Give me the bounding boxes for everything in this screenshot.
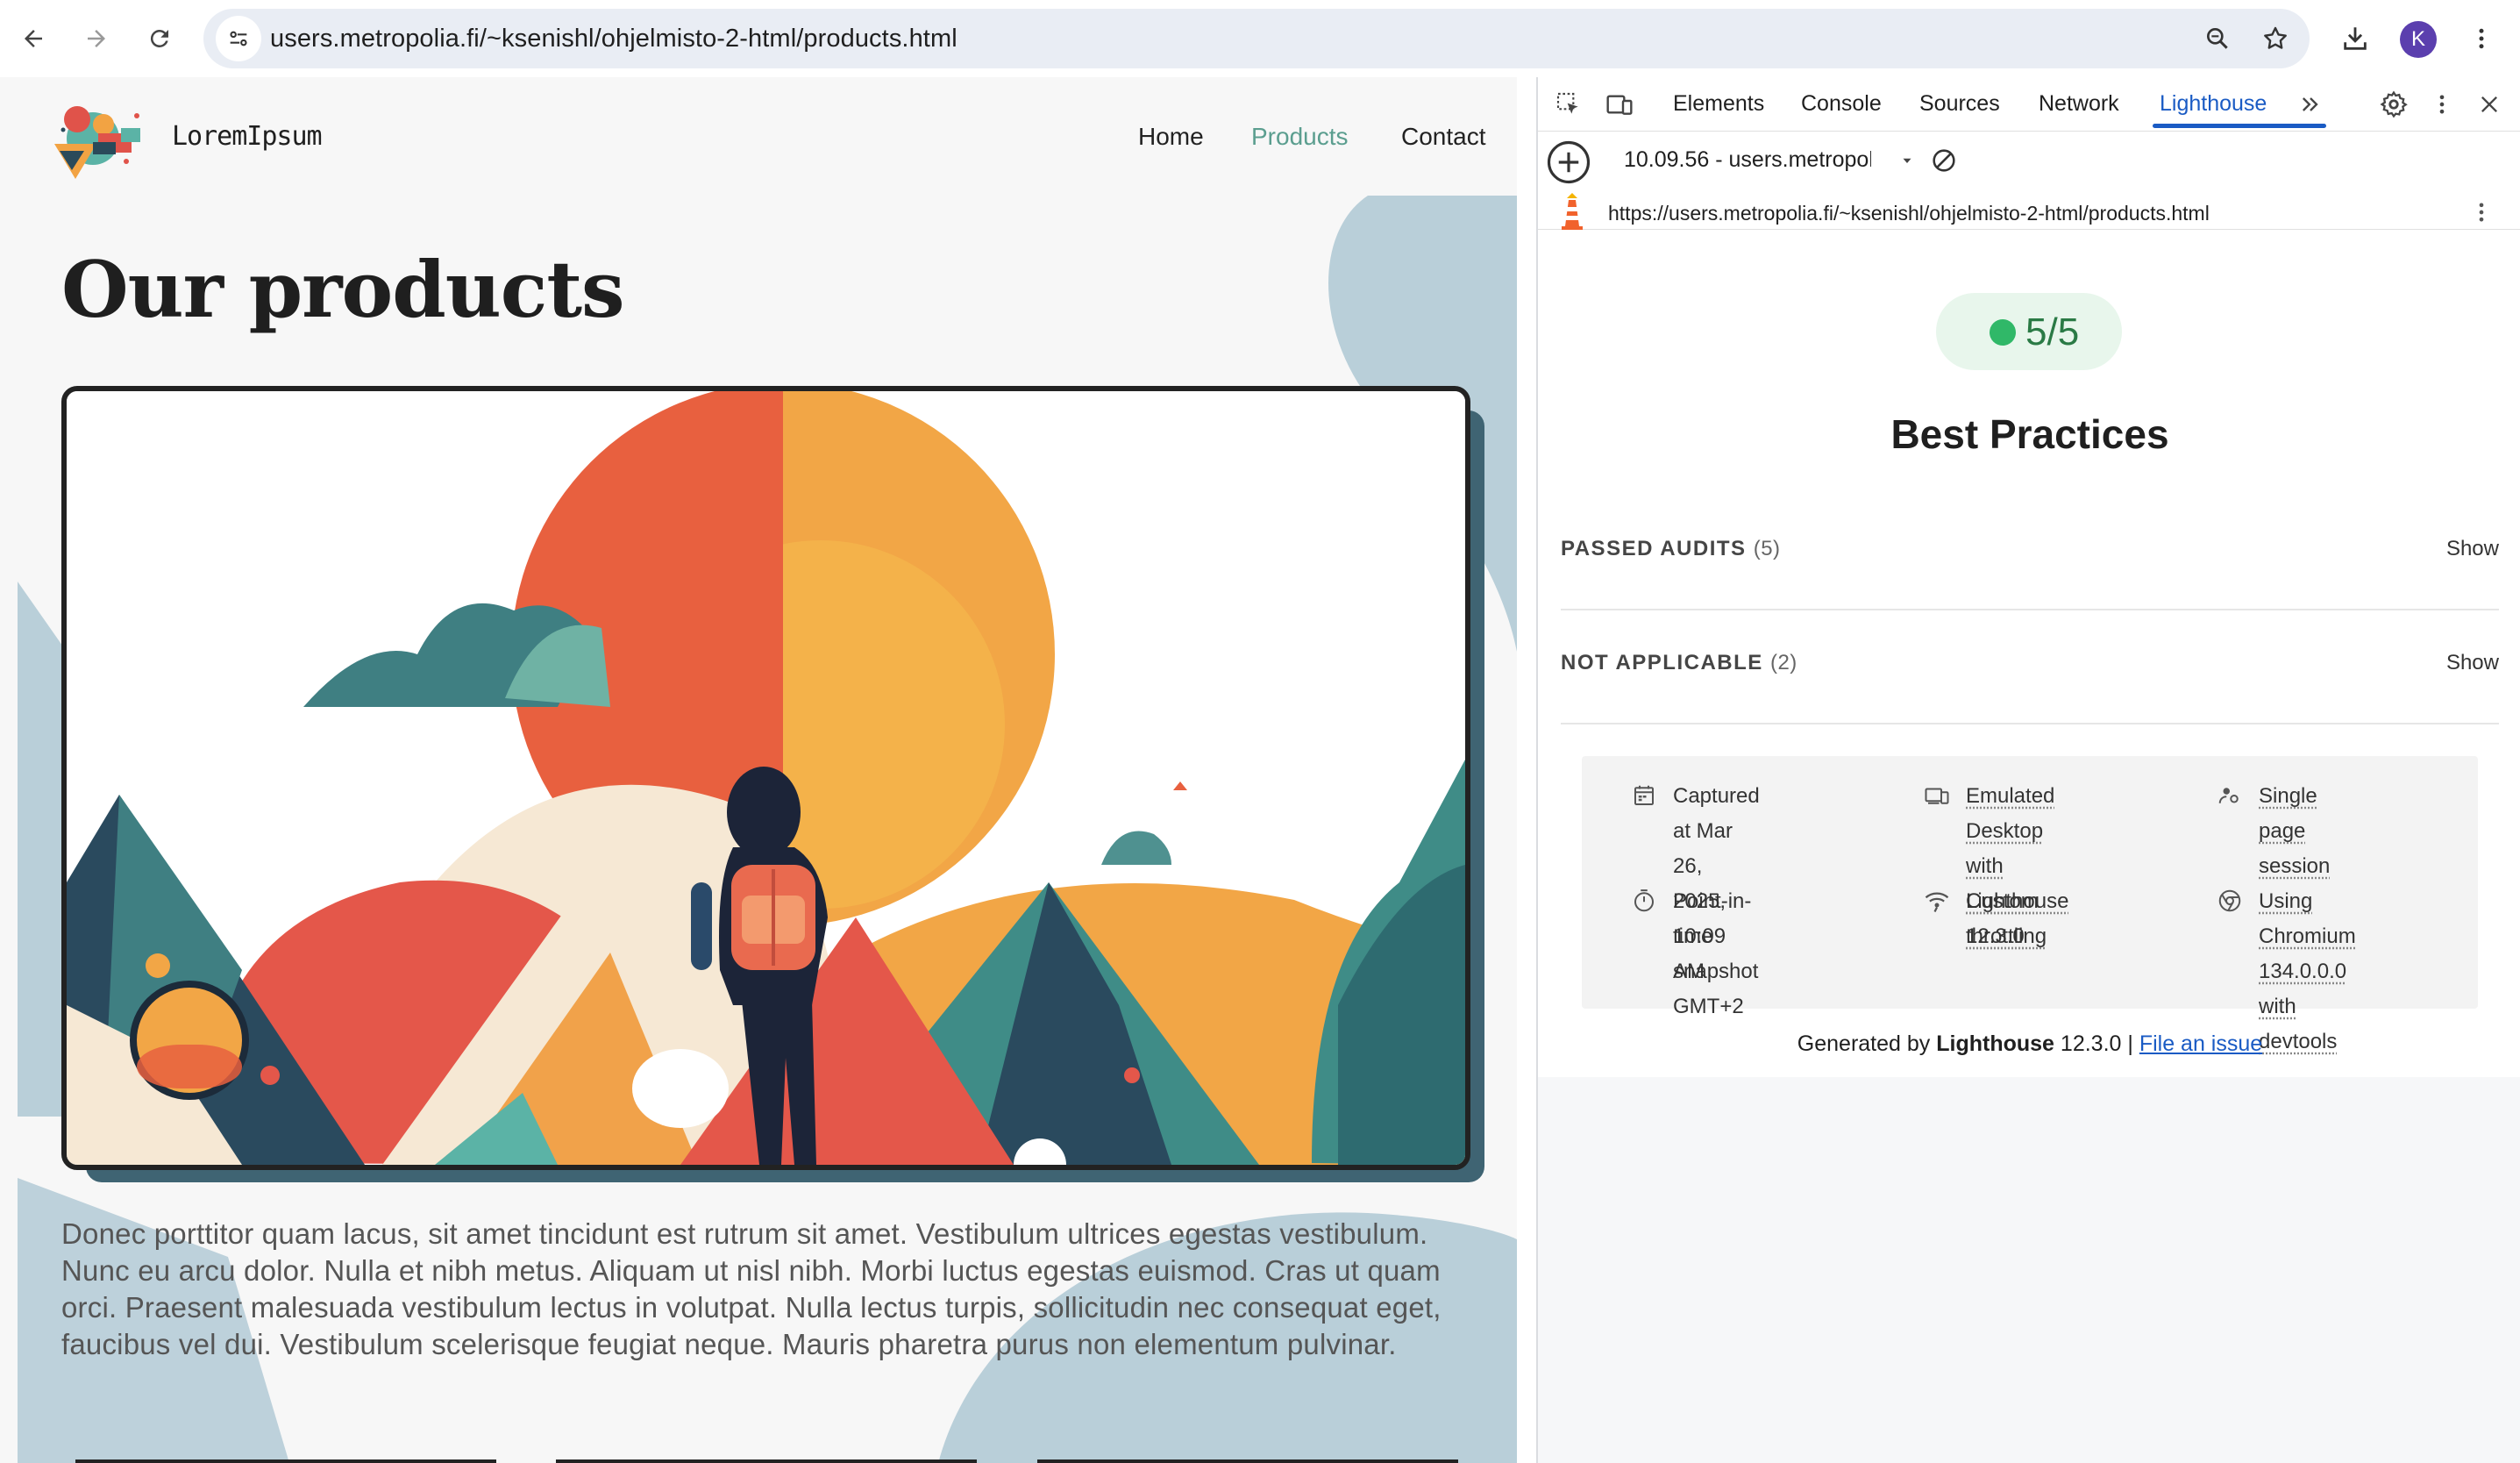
not-applicable-group[interactable]: NOT APPLICABLE (2) Show xyxy=(1561,610,2499,724)
product-card-edge xyxy=(1037,1459,1458,1463)
wifi-throttle-icon xyxy=(1925,892,1949,913)
new-report-icon[interactable] xyxy=(1545,139,1592,186)
category-title: Best Practices xyxy=(1890,411,2169,457)
devices-icon xyxy=(1925,788,1949,804)
web-page-viewport: LoremIpsum Home Products Contact Our pro… xyxy=(0,77,1517,1463)
report-footer: Generated by Lighthouse 12.3.0 | File an… xyxy=(1538,1031,2520,1057)
browser-line: Using Chromium xyxy=(2259,889,2356,948)
profile-avatar[interactable]: K xyxy=(2400,21,2437,58)
product-card-edge xyxy=(556,1459,977,1463)
more-tabs-icon[interactable] xyxy=(2292,86,2329,123)
score-badge: 5/5 xyxy=(1936,293,2122,370)
tab-network[interactable]: Network xyxy=(2039,91,2119,117)
page-title: Our products xyxy=(61,244,625,335)
products-description: Donec porttitor quam lacus, sit amet tin… xyxy=(61,1217,1442,1360)
tab-elements[interactable]: Elements xyxy=(1673,91,1764,117)
show-passed-audits-button[interactable]: Show xyxy=(2446,537,2499,561)
tab-lighthouse[interactable]: Lighthouse xyxy=(2160,91,2267,117)
browser-line: 134.0.0.0 with xyxy=(2259,960,2347,1018)
clear-reports-icon[interactable] xyxy=(1929,146,1959,175)
inspect-element-icon[interactable] xyxy=(1550,86,1587,123)
runtime-settings: Captured at Mar 26, 2025, 10:09 AM GMT+2… xyxy=(1582,756,2478,1053)
audit-group-count: (5) xyxy=(1753,537,1781,560)
snapshot-line: Point-in-time xyxy=(1673,889,1752,948)
captured-line: Captured at Mar 26, xyxy=(1673,784,1760,878)
lighthouse-toolbar: 10.09.56 - users.metropolia.fi https://u… xyxy=(1538,132,2520,230)
chromium-icon xyxy=(2218,889,2241,912)
devtools-empty-area xyxy=(1538,1077,2520,1463)
settings-gear-icon[interactable] xyxy=(2375,86,2412,123)
logo-image[interactable] xyxy=(46,93,160,189)
audit-group-label: NOT APPLICABLE xyxy=(1561,651,1763,674)
footer-prefix: Generated by xyxy=(1797,1031,1931,1056)
site-info-icon[interactable] xyxy=(216,16,261,61)
close-devtools-icon[interactable] xyxy=(2471,86,2508,123)
active-tab-indicator xyxy=(2153,124,2326,128)
devtools-panel: Elements Console Sources Network Lightho… xyxy=(1536,77,2520,1463)
logo-text[interactable]: LoremIpsum xyxy=(172,121,323,152)
footer-brand: Lighthouse xyxy=(1936,1031,2054,1056)
menu-icon[interactable] xyxy=(2455,12,2508,65)
timer-icon xyxy=(1634,889,1654,912)
reload-icon[interactable] xyxy=(133,12,186,65)
site-header: LoremIpsum Home Products Contact xyxy=(0,77,1517,196)
hero-image xyxy=(61,386,1470,1170)
device-line: Emulated Desktop xyxy=(1966,784,2055,843)
passed-audits-group[interactable]: PASSED AUDITS (5) Show xyxy=(1561,496,2499,610)
back-icon[interactable] xyxy=(7,12,60,65)
show-not-applicable-button[interactable]: Show xyxy=(2446,651,2499,675)
devtools-tabbar: Elements Console Sources Network Lightho… xyxy=(1538,77,2520,132)
lighthouse-logo-icon xyxy=(1559,191,1585,230)
session-icon xyxy=(2218,788,2239,803)
pass-indicator-icon xyxy=(1990,319,2016,346)
snapshot-line: snapshot xyxy=(1673,960,1759,983)
report-selector[interactable]: 10.09.56 - users.metropolia.fi xyxy=(1624,147,1871,173)
download-icon[interactable] xyxy=(2329,12,2381,65)
tab-sources[interactable]: Sources xyxy=(1919,91,2000,117)
zoom-icon[interactable] xyxy=(2196,17,2239,61)
bookmark-star-icon[interactable] xyxy=(2253,17,2297,61)
calendar-icon xyxy=(1634,785,1654,805)
nav-contact-link[interactable]: Contact xyxy=(1401,123,1486,151)
nav-products-link[interactable]: Products xyxy=(1251,123,1349,151)
audit-group-label: PASSED AUDITS xyxy=(1561,537,1747,560)
session-line: Single page session xyxy=(2259,784,2331,878)
report-url: https://users.metropolia.fi/~ksenishl/oh… xyxy=(1608,202,2210,225)
forward-icon[interactable] xyxy=(70,12,123,65)
tab-console[interactable]: Console xyxy=(1801,91,1882,117)
address-bar[interactable]: users.metropolia.fi/~ksenishl/ohjelmisto… xyxy=(203,9,2310,68)
dropdown-caret-icon[interactable] xyxy=(1899,153,1915,168)
throttling-line: Custom throttling xyxy=(1966,889,2047,948)
footer-version: 12.3.0 | xyxy=(2060,1031,2133,1056)
device-toolbar-icon[interactable] xyxy=(1601,86,1638,123)
url-text[interactable]: users.metropolia.fi/~ksenishl/ohjelmisto… xyxy=(270,9,957,68)
report-menu-icon[interactable] xyxy=(2469,200,2494,225)
product-card-edge xyxy=(75,1459,496,1463)
hiker-illustration xyxy=(67,391,1465,1165)
devtools-menu-icon[interactable] xyxy=(2424,86,2460,123)
captured-line: GMT+2 xyxy=(1673,995,1744,1018)
audit-group-count: (2) xyxy=(1769,651,1797,674)
score-value: 5/5 xyxy=(2025,310,2080,353)
browser-toolbar: users.metropolia.fi/~ksenishl/ohjelmisto… xyxy=(0,0,2520,77)
file-issue-link[interactable]: File an issue xyxy=(2139,1031,2262,1056)
nav-home-link[interactable]: Home xyxy=(1138,123,1204,151)
